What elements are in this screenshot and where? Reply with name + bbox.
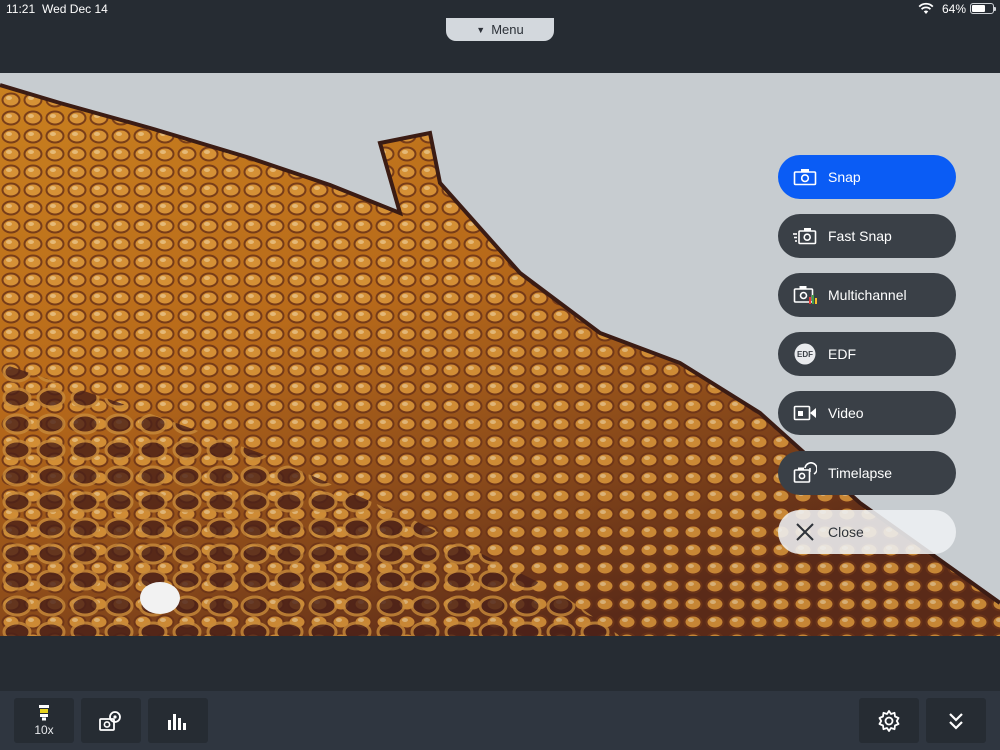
objective-button[interactable]: 10x <box>14 698 74 743</box>
collapse-toolbar-button[interactable] <box>926 698 986 743</box>
close-icon <box>792 522 818 542</box>
status-date: Wed Dec 14 <box>42 2 108 16</box>
edf-button[interactable]: EDF EDF <box>778 332 956 376</box>
edf-label: EDF <box>828 346 856 362</box>
close-label: Close <box>828 524 864 540</box>
battery-icon <box>970 3 996 14</box>
timelapse-label: Timelapse <box>828 465 893 481</box>
wifi-icon <box>918 2 934 14</box>
multichannel-icon <box>792 285 818 305</box>
top-bar: ▼ Menu <box>0 18 1000 73</box>
histogram-button[interactable] <box>148 698 208 743</box>
video-label: Video <box>828 405 864 421</box>
fast-camera-icon <box>792 226 818 246</box>
timelapse-icon <box>792 462 818 483</box>
video-camera-icon <box>792 403 818 423</box>
double-chevron-down-icon <box>949 712 963 730</box>
edf-icon: EDF <box>792 343 818 365</box>
camera-settings-icon <box>99 710 121 731</box>
settings-button[interactable] <box>859 698 919 743</box>
multichannel-label: Multichannel <box>828 287 907 303</box>
histogram-icon <box>168 713 186 730</box>
objective-magnification: 10x <box>34 722 54 737</box>
fast-snap-label: Fast Snap <box>828 228 892 244</box>
bottom-toolbar: 10x <box>0 691 1000 750</box>
status-bar: 11:21 Wed Dec 14 64% <box>0 0 1000 18</box>
close-button[interactable]: Close <box>778 510 956 554</box>
timelapse-button[interactable]: Timelapse <box>778 451 956 495</box>
camera-icon <box>792 167 818 187</box>
video-button[interactable]: Video <box>778 391 956 435</box>
gear-icon <box>878 709 900 732</box>
battery-percent: 64% <box>941 2 966 16</box>
menu-label: Menu <box>491 22 524 37</box>
caret-down-icon: ▼ <box>476 24 486 35</box>
snap-button[interactable]: Snap <box>778 155 956 199</box>
objective-lens-icon <box>39 704 49 720</box>
edf-icon-text: EDF <box>797 350 813 359</box>
menu-button[interactable]: ▼ Menu <box>446 18 554 41</box>
snap-label: Snap <box>828 169 861 185</box>
lower-panel <box>0 636 1000 691</box>
fast-snap-button[interactable]: Fast Snap <box>778 214 956 258</box>
multichannel-button[interactable]: Multichannel <box>778 273 956 317</box>
status-time: 11:21 <box>6 2 36 16</box>
camera-settings-button[interactable] <box>81 698 141 743</box>
